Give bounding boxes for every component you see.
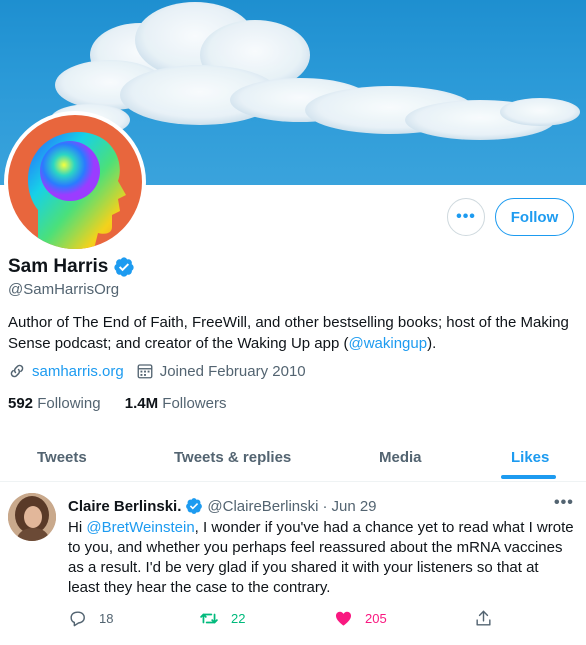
head-logo-icon <box>27 131 126 249</box>
followers-link[interactable]: 1.4M Followers <box>125 395 227 412</box>
like-action[interactable]: 205 <box>334 609 387 628</box>
link-icon <box>10 364 24 378</box>
tweet-author-avatar[interactable] <box>8 493 56 541</box>
tweet-actions: 18 22 205 <box>68 609 498 629</box>
bio-mention-link[interactable]: @wakingup <box>348 335 427 352</box>
tab-tweets[interactable]: Tweets <box>37 433 87 481</box>
more-dots-icon: ••• <box>456 208 476 225</box>
reply-action[interactable]: 18 <box>68 609 113 628</box>
tab-likes[interactable]: Likes <box>511 433 549 481</box>
tweet-author-name[interactable]: Claire Berlinski. <box>68 498 181 515</box>
followers-count: 1.4M <box>124 395 159 412</box>
website-item: samharris.org <box>8 362 124 380</box>
website-link[interactable]: samharris.org <box>32 363 124 380</box>
tweet-author-handle[interactable]: @ClaireBerlinski <box>207 498 318 515</box>
profile-stats: 592 Following 1.4M Followers <box>8 395 226 412</box>
retweet-icon <box>200 613 218 624</box>
tweet-mention-link[interactable]: @BretWeinstein <box>86 519 194 536</box>
following-link[interactable]: 592 Following <box>8 395 101 412</box>
retweet-action[interactable]: 22 <box>199 609 245 628</box>
more-options-button[interactable]: ••• <box>447 198 485 236</box>
tweet-date[interactable]: Jun 29 <box>331 498 376 515</box>
calendar-icon <box>137 364 153 379</box>
share-action[interactable] <box>474 609 493 628</box>
tab-tweets-replies[interactable]: Tweets & replies <box>174 433 291 481</box>
tweet-text: Hi @BretWeinstein, I wonder if you've ha… <box>68 518 574 598</box>
tweet-header: Claire Berlinski. @ClaireBerlinski · Jun… <box>68 497 377 515</box>
profile-handle: @SamHarrisOrg <box>8 281 120 298</box>
following-label: Following <box>37 395 101 412</box>
profile-name-text: Sam Harris <box>8 256 109 277</box>
joined-item: Joined February 2010 <box>136 362 306 380</box>
profile-meta: samharris.org Joined February 2010 <box>8 362 318 380</box>
retweet-count: 22 <box>231 611 246 626</box>
bio-text-end: ). <box>427 335 437 352</box>
heart-filled-icon <box>335 611 352 626</box>
share-icon <box>476 610 491 626</box>
tab-media[interactable]: Media <box>379 433 422 481</box>
joined-date: Joined February 2010 <box>159 362 306 380</box>
author-photo-icon <box>8 493 56 541</box>
reply-icon <box>70 611 85 627</box>
profile-bio: Author of The End of Faith, FreeWill, an… <box>8 312 578 354</box>
verified-badge-icon <box>113 256 135 278</box>
profile-name: Sam Harris <box>8 256 135 278</box>
profile-tabs: Tweets Tweets & replies Media Likes <box>0 433 586 482</box>
tweet-verified-badge-icon <box>185 497 203 515</box>
reply-count: 18 <box>99 611 114 626</box>
tweet-text-start: Hi <box>68 519 87 536</box>
follow-button[interactable]: Follow <box>495 198 574 236</box>
tweet-separator: · <box>322 497 328 515</box>
profile-avatar[interactable] <box>8 115 142 249</box>
followers-label: Followers <box>162 395 227 412</box>
following-count: 592 <box>8 395 34 412</box>
tweet-more-icon[interactable]: ••• <box>554 494 574 512</box>
like-count: 205 <box>365 611 387 626</box>
active-tab-indicator <box>501 475 556 479</box>
bio-text: Author of The End of Faith, FreeWill, an… <box>8 314 569 352</box>
